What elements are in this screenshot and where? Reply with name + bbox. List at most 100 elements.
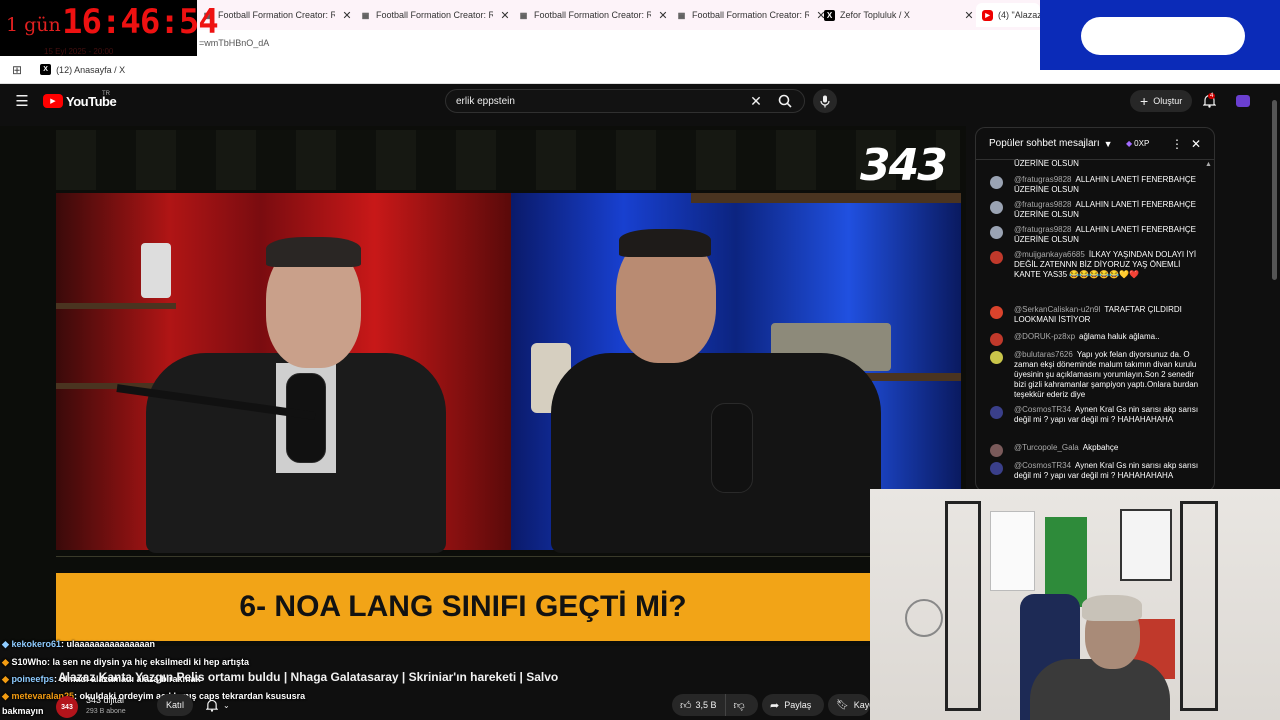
podcast-mic-right	[711, 403, 753, 493]
chat-username[interactable]: @DORUK-pz8xp	[1014, 332, 1075, 341]
chat-username[interactable]: @SerkanCaliskan-u2n9l	[1014, 305, 1100, 314]
channel-avatar[interactable]: 343	[56, 696, 78, 718]
wall-poster	[990, 511, 1035, 591]
create-label: Oluştur	[1153, 96, 1183, 106]
channel-name[interactable]: 343 dijital	[86, 695, 124, 705]
share-button[interactable]: ➦ Paylaş	[762, 694, 824, 716]
menu-icon[interactable]: ☰	[12, 92, 32, 110]
browser-tab[interactable]: ▦ Football Formation Creator: Re... ✕	[196, 3, 354, 27]
avatar[interactable]	[990, 306, 1003, 319]
chat-username[interactable]: @bulutaras7626	[1014, 350, 1073, 359]
overlay-white-pill	[1081, 17, 1245, 55]
avatar[interactable]	[990, 201, 1003, 214]
browser-tab[interactable]: ▦ Football Formation Creator: Re... ✕	[512, 3, 670, 27]
video-player[interactable]: 343 6- NOA LANG SINIFI GEÇTİ Mİ?	[0, 126, 966, 646]
chat-message: @bulutaras7626 Yapı yok felan diyorsunuz …	[990, 350, 1202, 400]
bell-icon	[206, 699, 218, 712]
emote-icon: ◆	[2, 639, 9, 649]
more-options-icon[interactable]: ⋮	[1171, 137, 1183, 151]
live-chat-panel: Popüler sohbet mesajları ▼ ◆ 0XP ⋮ ✕ ▲ ÜZ…	[975, 127, 1215, 492]
tab-close-icon[interactable]: ✕	[498, 9, 512, 22]
create-button[interactable]: + Oluştur	[1130, 90, 1193, 112]
search-button[interactable]	[770, 89, 800, 113]
browser-tab[interactable]: ▦ Football Formation Creator: Re... ✕	[354, 3, 512, 27]
bookmark-item[interactable]: (12) Anasayfa / X	[56, 65, 125, 75]
chat-scrollbar[interactable]: ▲	[1205, 160, 1213, 490]
chat-message-text: Akpbahçe	[1082, 443, 1119, 452]
overlay-username: bakmayın	[2, 706, 44, 716]
overlay-message: : la sen ne diysin ya hiç eksilmedi ki h…	[46, 657, 250, 667]
streamer-body	[1030, 659, 1170, 720]
shelf	[56, 303, 176, 309]
youtube-logo-icon[interactable]: ▶	[43, 94, 63, 108]
browser-tab[interactable]: X Zefor Topluluk / X ✕	[818, 3, 976, 27]
chat-username[interactable]: @CosmosTR34	[1014, 405, 1071, 414]
chat-username[interactable]: @CosmosTR34	[1014, 461, 1071, 470]
avatar[interactable]	[990, 444, 1003, 457]
chat-username[interactable]: @muijgankaya6685	[1014, 250, 1085, 259]
stream-blue-overlay	[1040, 0, 1280, 70]
avatar[interactable]	[1236, 95, 1250, 107]
chat-message: @CosmosTR34 Aynen Kral Gs nin sarısı akp …	[990, 461, 1202, 481]
chevron-down-icon: ⌄	[223, 700, 230, 710]
avatar[interactable]	[990, 251, 1003, 264]
like-count: 3,5 B	[695, 700, 717, 710]
microphone-icon	[820, 95, 830, 107]
chat-message: @fratugras9828 ALLAHIN LANETİ FENERBAHÇE …	[990, 200, 1202, 220]
subscribed-button[interactable]: ⌄	[198, 694, 242, 716]
like-dislike-group: 👍︎ 3,5 B 👎︎	[672, 694, 758, 716]
avatar[interactable]	[990, 176, 1003, 189]
chat-message: @Turcopole_Gala Akpbahçe	[990, 443, 1202, 457]
chat-username[interactable]: @fratugras9828	[1014, 200, 1072, 209]
avatar[interactable]	[990, 406, 1003, 419]
football-formation-icon: ▦	[361, 10, 370, 20]
browser-tab[interactable]: ▦ Football Formation Creator: Re... ✕	[670, 3, 828, 27]
dislike-button[interactable]: 👎︎	[726, 694, 753, 716]
avatar[interactable]	[990, 226, 1003, 239]
topic-banner: 6- NOA LANG SINIFI GEÇTİ Mİ?	[56, 573, 870, 641]
browser-tab-active[interactable]: ▶ (4) "Alazaz"	[976, 3, 1040, 27]
shelf	[691, 193, 961, 203]
chat-message: @CosmosTR34 Aynen Kral Gs nin sarısı akp …	[990, 405, 1202, 425]
host-right-hair	[619, 229, 711, 257]
tab-close-icon[interactable]: ✕	[340, 9, 354, 22]
chat-message: @muijgankaya6685 İLKAY YAŞINDAN DOLAYI İY…	[990, 250, 1202, 280]
region-code: TR	[102, 91, 110, 97]
address-bar[interactable]: =wmTbHBnO_dA	[196, 30, 1040, 56]
search-value: erlik eppstein	[456, 96, 515, 107]
like-button[interactable]: 👍︎ 3,5 B	[672, 694, 726, 716]
overlay-username: kekokero61	[11, 639, 61, 649]
clock-date: 15 Eyl 2025 - 20:00	[44, 47, 114, 56]
apps-grid-icon[interactable]: ⊞	[12, 63, 22, 77]
save-button[interactable]: 🔖︎ Kaydet	[828, 694, 870, 716]
emote-icon: ◆	[2, 657, 9, 667]
gem-icon: ◆	[1126, 139, 1133, 148]
avatar[interactable]	[990, 333, 1003, 346]
chat-username[interactable]: @fratugras9828	[1014, 175, 1072, 184]
clear-search-icon[interactable]: ✕	[747, 92, 765, 110]
chat-username[interactable]: @Turcopole_Gala	[1014, 443, 1079, 452]
join-button[interactable]: Katıl	[157, 694, 193, 716]
chevron-down-icon[interactable]: ▼	[1104, 139, 1113, 149]
avatar[interactable]	[990, 351, 1003, 364]
shelf-unit-left	[945, 501, 981, 711]
days-counter: 1 gün	[6, 14, 61, 36]
x-logo-icon: X	[40, 64, 52, 75]
xp-badge[interactable]: ◆ 0XP	[1126, 139, 1149, 148]
video-divider	[56, 556, 870, 570]
desk-fan	[905, 599, 943, 637]
chat-mode-dropdown[interactable]: Popüler sohbet mesajları	[989, 138, 1100, 149]
chat-message-text: ÜZERİNE OLSUN	[1014, 159, 1079, 168]
tab-close-icon[interactable]: ✕	[656, 9, 670, 22]
avatar[interactable]	[990, 462, 1003, 475]
overlay-chat-line: ◆ S10Who: la sen ne diysin ya hiç eksilm…	[2, 657, 249, 668]
overlay-username: poineefps	[11, 674, 54, 684]
share-label: Paylaş	[784, 700, 812, 710]
tab-close-icon[interactable]: ✕	[962, 9, 976, 22]
voice-search-button[interactable]	[813, 89, 837, 113]
chat-message: ÜZERİNE OLSUN	[990, 159, 1202, 169]
subscriber-count: 293 B abone	[86, 708, 126, 715]
chat-username[interactable]: @fratugras9828	[1014, 225, 1072, 234]
close-chat-icon[interactable]: ✕	[1191, 137, 1201, 151]
studio-microphone-prop	[141, 243, 171, 298]
